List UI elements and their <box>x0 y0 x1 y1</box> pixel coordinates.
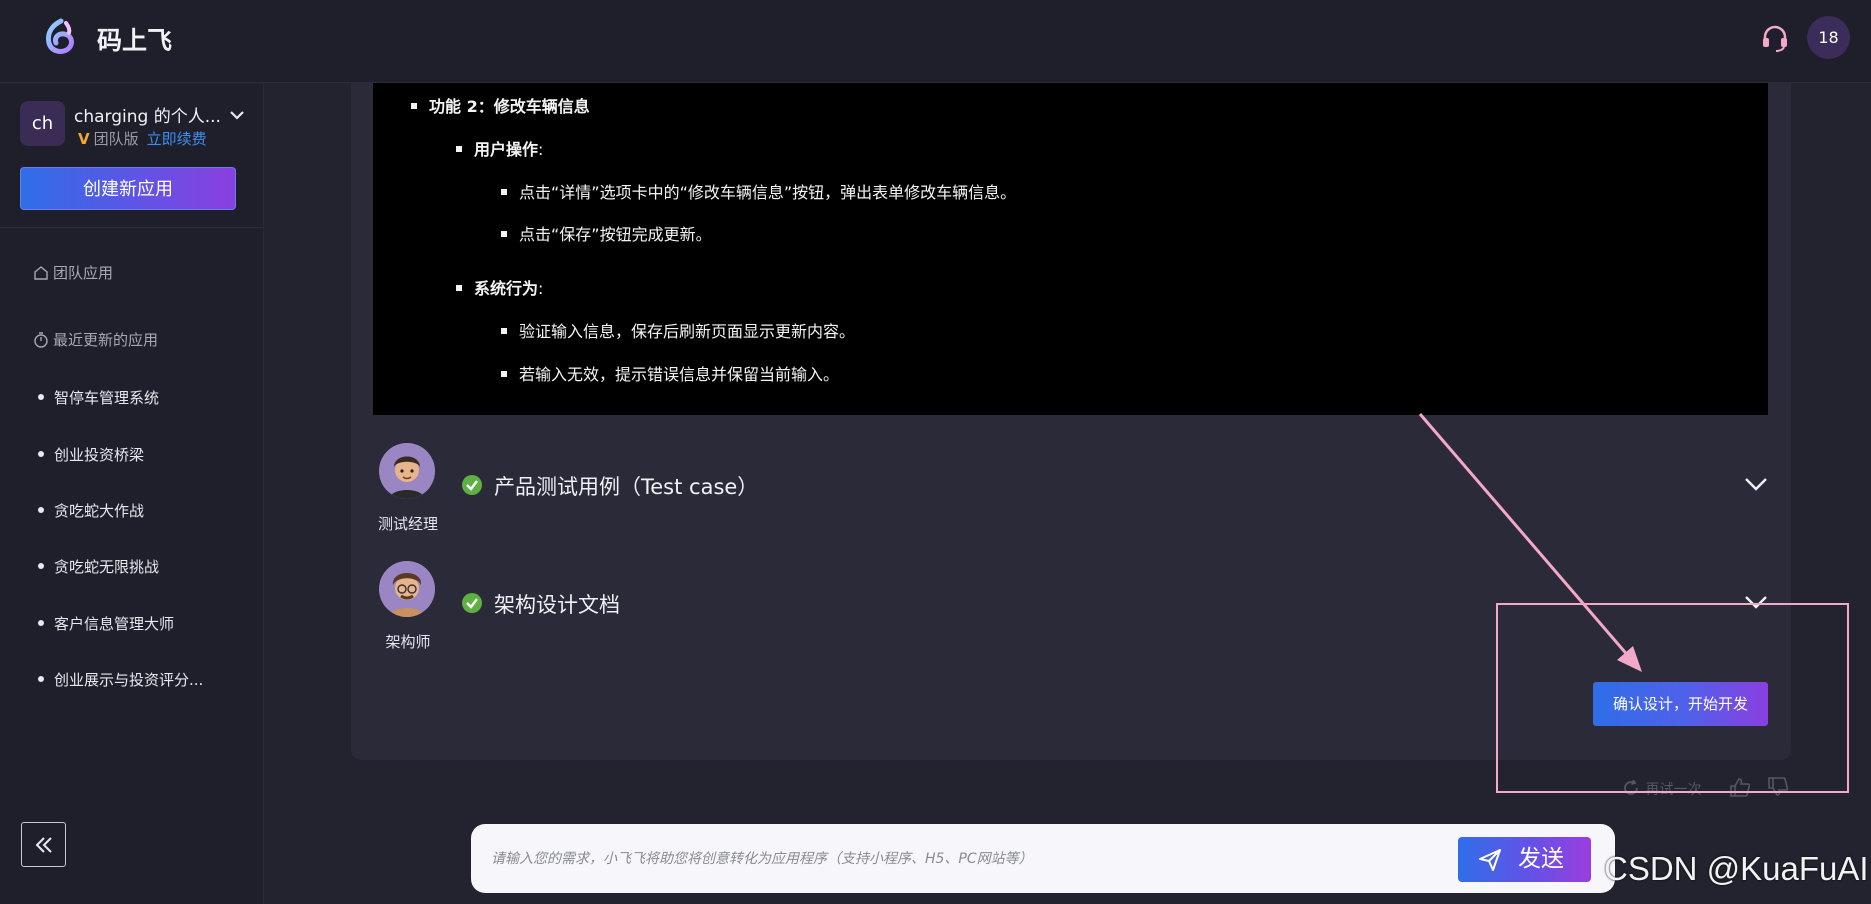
section-test-case[interactable]: 测试经理 产品测试用例（Test case） <box>373 443 1768 543</box>
prompt-bar: 发送 <box>471 824 1615 893</box>
doc-system-item: 若输入无效，提示错误信息并保留当前输入。 <box>501 361 839 385</box>
workspace-name[interactable]: charging 的个人... <box>74 102 221 127</box>
csdn-watermark: CSDN @KuaFuAI <box>1604 850 1869 887</box>
colon: : <box>538 140 544 159</box>
create-app-button[interactable]: 创建新应用 <box>20 167 236 210</box>
nav-team-apps[interactable]: 团队应用 <box>33 262 113 283</box>
recent-app-label: 贪吃蛇无限挑战 <box>54 558 160 576</box>
document-preview: 功能 2：修改车辆信息 用户操作: 点击“详情”选项卡中的“修改车辆信息”按钮，… <box>373 83 1768 415</box>
prompt-input[interactable] <box>491 824 1451 893</box>
square-bullet <box>501 371 507 377</box>
renew-link[interactable]: 立即续费 <box>147 130 207 148</box>
doc-user-ops-title: 用户操作 <box>474 140 539 159</box>
section-title: 产品测试用例（Test case） <box>494 475 759 499</box>
square-bullet <box>456 285 462 291</box>
plan-row: V 团队版 立即续费 <box>78 128 207 149</box>
doc-system-item: 验证输入信息，保存后刷新页面显示更新内容。 <box>501 318 855 342</box>
agent-role-label: 架构师 <box>385 633 431 651</box>
recent-app-label: 创业投资桥梁 <box>54 446 145 464</box>
doc-feature-line: 功能 2：修改车辆信息 <box>411 93 590 117</box>
sidebar-divider <box>0 227 264 228</box>
bullet-dot <box>38 507 44 513</box>
bullet-dot <box>38 620 44 626</box>
vip-icon: V <box>78 130 90 148</box>
test-manager-avatar <box>379 443 435 499</box>
recent-app-item[interactable]: 贪吃蛇无限挑战 <box>38 556 159 577</box>
recent-app-item[interactable]: 客户信息管理大师 <box>38 613 174 634</box>
bullet-dot <box>38 451 44 457</box>
brand-name: 码上飞 <box>97 26 173 55</box>
recent-app-label: 智停车管理系统 <box>54 389 160 407</box>
workspace-avatar[interactable]: ch <box>20 101 65 146</box>
bullet-dot <box>38 394 44 400</box>
bullet-dot <box>38 676 44 682</box>
nav-recent: 最近更新的应用 <box>33 329 158 350</box>
doc-system-text: 验证输入信息，保存后刷新页面显示更新内容。 <box>519 322 856 341</box>
nav-team-apps-label: 团队应用 <box>53 264 114 282</box>
check-circle-icon <box>462 475 482 495</box>
square-bullet <box>501 189 507 195</box>
nav-recent-label: 最近更新的应用 <box>53 331 159 349</box>
top-header: 码上飞 18 <box>0 0 1871 83</box>
recent-app-item[interactable]: 创业投资桥梁 <box>38 444 144 465</box>
person-icon <box>379 561 435 617</box>
colon: : <box>538 279 544 298</box>
doc-user-op-item: 点击“详情”选项卡中的“修改车辆信息”按钮，弹出表单修改车辆信息。 <box>501 179 1016 203</box>
section-title: 架构设计文档 <box>494 593 620 617</box>
square-bullet <box>501 231 507 237</box>
headset-support-icon[interactable] <box>1759 22 1791 54</box>
doc-system-title: 系统行为 <box>474 279 539 298</box>
square-bullet <box>501 328 507 334</box>
recent-app-label: 客户信息管理大师 <box>54 615 175 633</box>
recent-app-label: 创业展示与投资评分... <box>54 671 204 689</box>
doc-user-op-text: 点击“保存”按钮完成更新。 <box>519 225 712 244</box>
doc-system-line: 系统行为: <box>456 275 543 299</box>
home-icon <box>34 266 48 280</box>
collapse-sidebar-button[interactable] <box>21 822 66 867</box>
person-icon <box>379 443 435 499</box>
user-avatar[interactable]: 18 <box>1807 16 1850 59</box>
doc-user-op-item: 点击“保存”按钮完成更新。 <box>501 221 712 245</box>
app-logo-icon[interactable] <box>42 18 80 56</box>
agent-role-label: 测试经理 <box>377 515 438 533</box>
doc-system-text: 若输入无效，提示错误信息并保留当前输入。 <box>519 365 840 384</box>
check-circle-icon <box>462 593 482 613</box>
doc-feature-title: 功能 2：修改车辆信息 <box>429 97 590 116</box>
send-label: 发送 <box>1518 846 1564 872</box>
square-bullet <box>411 103 417 109</box>
paper-plane-icon <box>1479 849 1501 871</box>
doc-user-op-text: 点击“详情”选项卡中的“修改车辆信息”按钮，弹出表单修改车辆信息。 <box>519 183 1017 202</box>
square-bullet <box>456 146 462 152</box>
bullet-dot <box>38 563 44 569</box>
double-chevron-left-icon <box>35 837 52 853</box>
chevron-down-icon[interactable] <box>1744 475 1768 493</box>
chevron-down-icon[interactable] <box>228 106 246 124</box>
recent-app-item[interactable]: 智停车管理系统 <box>38 387 159 408</box>
highlight-annotation-box <box>1496 603 1849 793</box>
architect-avatar <box>379 561 435 617</box>
recent-app-label: 贪吃蛇大作战 <box>54 502 145 520</box>
plan-label: 团队版 <box>93 130 139 148</box>
recent-app-item[interactable]: 创业展示与投资评分... <box>38 669 203 690</box>
sidebar: ch charging 的个人... V 团队版 立即续费 创建新应用 团队应用 最… <box>0 84 264 904</box>
send-button[interactable]: 发送 <box>1458 837 1591 882</box>
recent-app-item[interactable]: 贪吃蛇大作战 <box>38 500 144 521</box>
timer-icon <box>34 332 48 348</box>
doc-user-ops-line: 用户操作: <box>456 136 543 160</box>
